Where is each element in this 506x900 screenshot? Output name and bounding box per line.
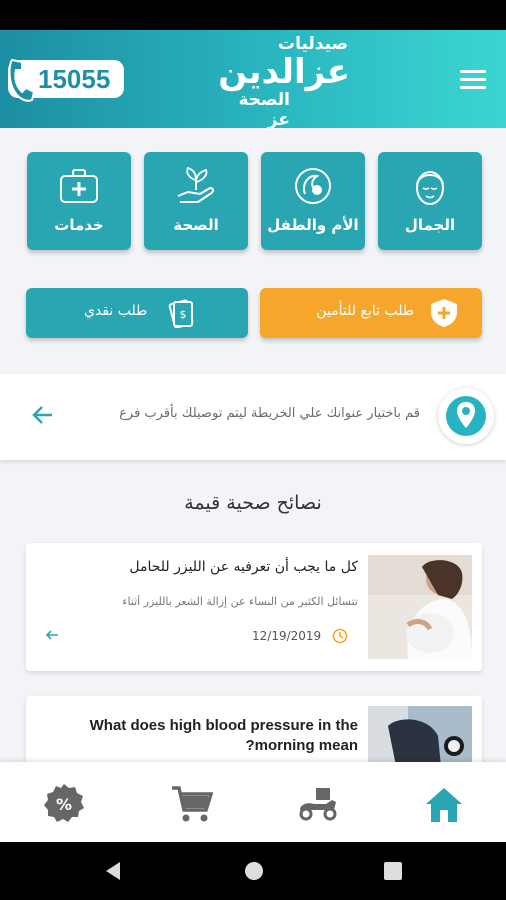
hotline-number[interactable]: 15055 <box>38 64 110 95</box>
article-excerpt: تتسائل الكثير من النساء عن إزالة الشعر ب… <box>122 595 358 608</box>
clock-icon <box>332 628 348 644</box>
blood-pressure-image <box>368 706 472 766</box>
menu-icon[interactable] <box>460 70 486 90</box>
tips-section-title: نصائح صحية قيمة <box>184 492 322 514</box>
category-beauty[interactable]: الجمال <box>378 152 482 250</box>
article-date: 12/19/2019 <box>252 629 322 643</box>
article-card[interactable]: What does high blood pressure in the mor… <box>26 696 482 766</box>
article-title: What does high blood pressure in the mor… <box>89 717 358 754</box>
svg-text:%: % <box>56 795 72 814</box>
article-card[interactable]: كل ما يجب أن تعرفيه عن الليزر للحامل تتس… <box>26 543 482 671</box>
home-circle-icon[interactable] <box>243 860 265 882</box>
arrow-left-icon[interactable] <box>44 627 60 643</box>
category-mother-child[interactable]: الأم والطفل <box>261 152 365 250</box>
bottom-navigation: % <box>0 762 506 842</box>
system-navigation-bar <box>0 842 506 900</box>
insurance-order-label: طلب تابع للتأمين <box>316 303 414 319</box>
article-title: كل ما يجب أن تعرفيه عن الليزر للحامل <box>129 559 358 575</box>
brand-logo: صيدليات عزالدين الصحة عز <box>218 34 350 130</box>
category-label: الصحة <box>173 216 219 234</box>
article-image <box>368 555 472 659</box>
pregnant-woman-image <box>368 555 472 659</box>
category-label: الجمال <box>404 216 456 234</box>
map-button[interactable] <box>438 388 494 444</box>
category-health[interactable]: الصحة <box>144 152 248 250</box>
category-services[interactable]: خدمات <box>27 152 131 250</box>
logo-tagline: الصحة عز <box>238 90 290 130</box>
arrow-left-icon[interactable] <box>30 402 56 428</box>
medkit-icon <box>60 169 98 203</box>
cash-order-label: طلب نقدي <box>84 303 148 319</box>
map-pin-icon <box>446 396 486 436</box>
insurance-order-button[interactable]: طلب تابع للتأمين <box>260 288 482 338</box>
delivery-icon[interactable] <box>296 782 340 826</box>
location-hint: قم باختيار عنوانك علي الخريطة ليتم توصيل… <box>119 406 420 421</box>
category-label: الأم والطفل <box>267 216 359 234</box>
cart-icon[interactable] <box>170 782 214 826</box>
article-image <box>368 706 472 766</box>
cash-order-button[interactable]: $ طلب نقدي <box>26 288 248 338</box>
svg-text:$: $ <box>180 308 187 321</box>
category-label: خدمات <box>54 216 104 234</box>
home-icon[interactable] <box>422 782 466 826</box>
app-header: 15055 صيدليات عزالدين الصحة عز <box>0 30 506 130</box>
location-picker[interactable]: قم باختيار عنوانك علي الخريطة ليتم توصيل… <box>0 374 506 460</box>
logo-top-text: صيدليات <box>278 34 348 54</box>
logo-main-text: عزالدين <box>218 52 350 92</box>
mother-baby-icon <box>295 168 331 204</box>
face-icon <box>416 171 444 205</box>
discount-icon[interactable]: % <box>42 782 86 826</box>
recents-square-icon[interactable] <box>383 861 403 881</box>
plant-hand-icon <box>177 166 214 203</box>
shield-plus-icon <box>431 299 457 327</box>
cash-icon: $ <box>168 299 194 328</box>
back-triangle-icon[interactable] <box>102 860 124 882</box>
status-bar <box>0 0 506 30</box>
